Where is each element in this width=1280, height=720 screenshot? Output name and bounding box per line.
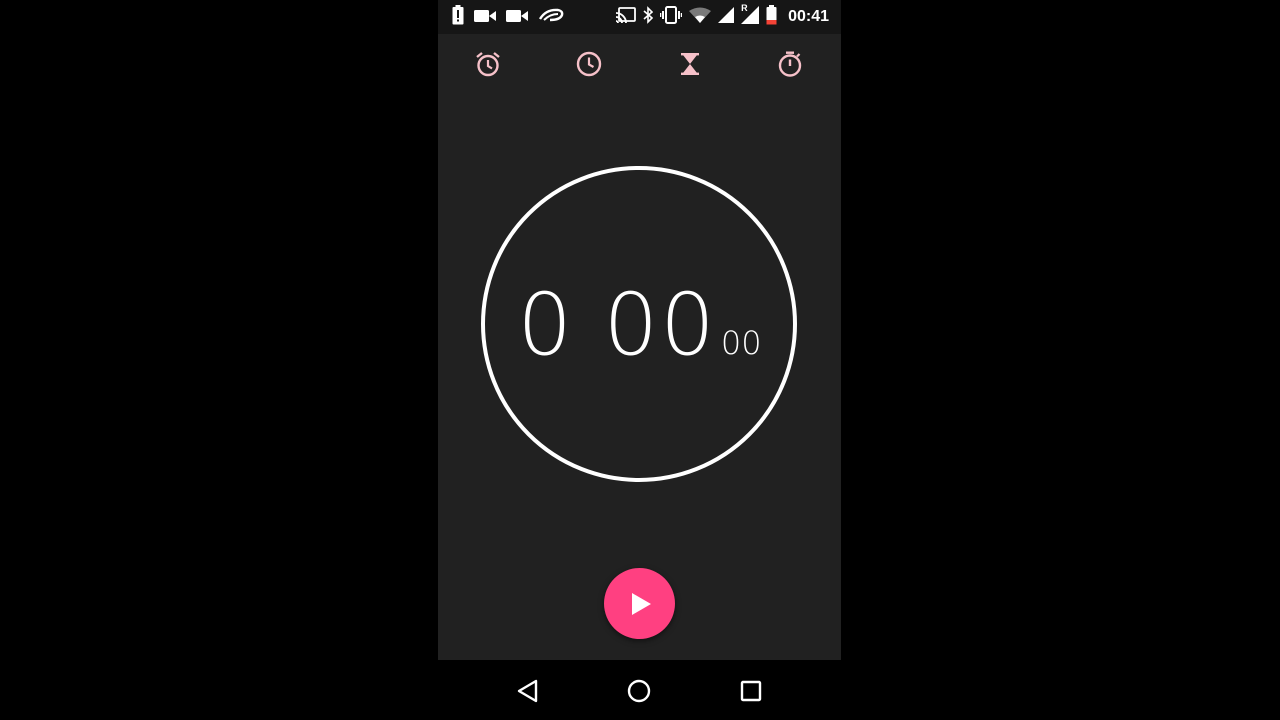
signal-roaming-icon: R [741,3,760,28]
alarm-clock-icon [476,52,500,77]
back-button[interactable] [513,676,543,706]
tab-stopwatch[interactable] [774,48,806,80]
bluetooth-icon [643,6,654,28]
video-camera-icon [474,8,496,27]
video-camera-icon [506,8,528,27]
cast-icon [615,7,636,27]
vibrate-icon [659,6,683,28]
stopwatch-time-centiseconds: 00 [720,324,762,362]
navigation-bar [438,660,841,720]
stopwatch-icon [778,51,802,77]
status-bar-notifications [452,5,564,29]
stopwatch-time: 0 00 00 [438,280,841,370]
home-button[interactable] [624,676,654,706]
recents-square-icon [740,680,762,702]
back-triangle-icon [517,679,538,703]
battery-alert-icon [452,5,464,29]
signal-icon [718,7,735,27]
stopwatch-time-main: 0 00 [517,275,717,375]
start-button[interactable] [604,568,675,639]
home-circle-icon [627,679,651,703]
status-bar: R 00:41 [438,0,841,34]
tab-clock[interactable] [573,48,605,80]
roaming-label: R [741,3,748,13]
hourglass-icon [681,53,699,75]
tab-alarm[interactable] [472,48,504,80]
recents-button[interactable] [736,676,766,706]
play-icon [631,592,651,615]
status-time: 00:41 [788,8,829,25]
status-bar-system: R 00:41 [615,3,829,29]
battery-low-icon [766,5,777,29]
tab-timer[interactable] [674,48,706,80]
tab-bar [438,34,841,94]
stopwatch-screen: R 00:41 0 00 00 [438,0,841,660]
wifi-icon [689,7,712,27]
clock-icon [576,51,602,77]
app-notification-icon [538,7,564,27]
